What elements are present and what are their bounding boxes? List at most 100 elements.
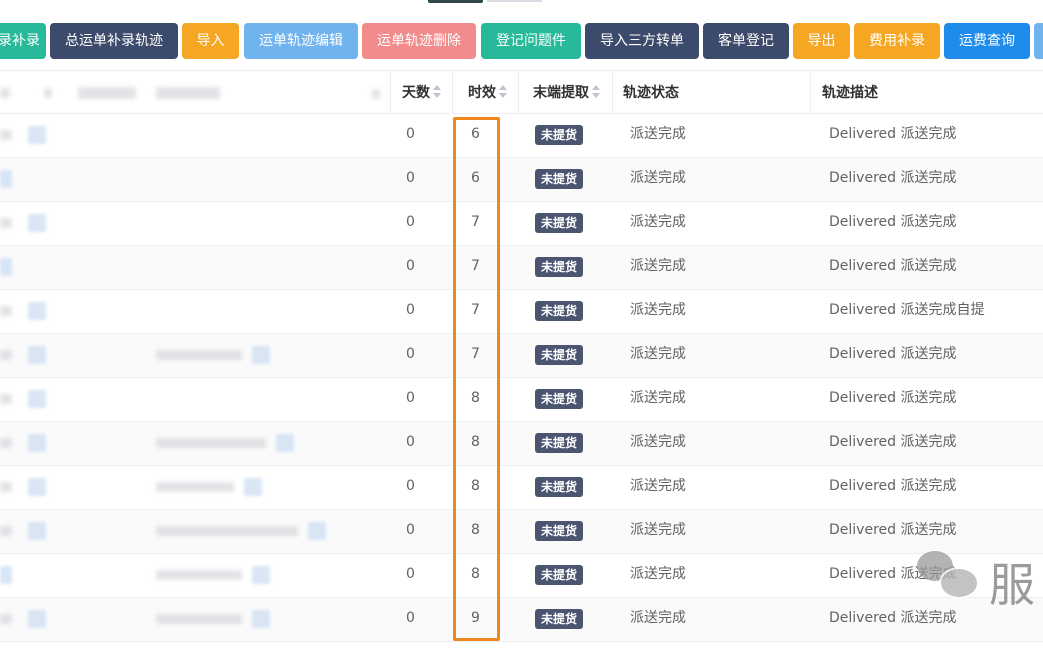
cell-track-desc: Delivered 派送完成 [829, 258, 957, 274]
wechat-watermark: 服 [915, 547, 1043, 612]
cell-days: 0 [406, 478, 415, 494]
blurred-cell [0, 526, 12, 536]
cell-aging: 7 [471, 258, 480, 274]
master-waybill-track-button[interactable]: 总运单补录轨迹 [50, 23, 178, 59]
header-last-mile[interactable]: 末端提取 [533, 71, 602, 115]
cell-track-status: 派送完成 [630, 610, 686, 626]
cell-aging: 8 [471, 522, 480, 538]
blurred-icon [308, 522, 326, 540]
blurred-cell [156, 570, 242, 580]
blurred-cell [156, 526, 298, 536]
blurred-icon [252, 346, 270, 364]
sort-icon[interactable] [433, 85, 443, 99]
header-aging[interactable]: 时效 [468, 71, 509, 115]
cell-days: 0 [406, 610, 415, 626]
header-last-mile-label: 末端提取 [533, 85, 589, 101]
inactive-tab-indicator[interactable] [487, 0, 542, 2]
cell-track-status: 派送完成 [630, 478, 686, 494]
freight-query-button[interactable]: 运费查询 [944, 23, 1030, 59]
cell-aging: 8 [471, 390, 480, 406]
active-tab-indicator[interactable] [428, 0, 483, 3]
cell-aging: 8 [471, 478, 480, 494]
cell-days: 0 [406, 170, 415, 186]
sort-icon[interactable] [499, 85, 509, 99]
cell-track-desc: Delivered 派送完成 [829, 434, 957, 450]
cell-aging: 9 [471, 610, 480, 626]
table-row[interactable]: 0 8 未提货 派送完成 Delivered 派送完成 [0, 510, 1043, 554]
cell-aging: 7 [471, 214, 480, 230]
blurred-icon [28, 522, 46, 540]
blurred-cell [156, 350, 242, 360]
status-badge: 未提货 [535, 389, 584, 409]
cell-track-status: 派送完成 [630, 170, 686, 186]
blurred-header-text [44, 88, 52, 98]
blurred-sort-icon [372, 89, 380, 99]
edit-track-button[interactable]: 运单轨迹编辑 [244, 23, 358, 59]
blurred-icon [28, 610, 46, 628]
blurred-icon [28, 390, 46, 408]
table-row[interactable]: 0 9 未提货 派送完成 Delivered 派送完成 [0, 598, 1043, 642]
table-row[interactable]: 0 7 未提货 派送完成 Delivered 派送完成 [0, 202, 1043, 246]
table-row[interactable]: 0 7 未提货 派送完成 Delivered 派送完成 [0, 334, 1043, 378]
blurred-icon [276, 434, 294, 452]
blurred-icon [28, 478, 46, 496]
export-button[interactable]: 导出 [793, 23, 850, 59]
status-badge: 未提货 [535, 345, 584, 365]
blurred-cell [0, 130, 12, 140]
watermark-text: 服 [989, 558, 1035, 612]
table-row[interactable]: 0 8 未提货 派送完成 Delivered 派送完成 [0, 466, 1043, 510]
blurred-cell [0, 218, 12, 228]
header-track-desc: 轨迹描述 [822, 85, 878, 101]
cell-days: 0 [406, 566, 415, 582]
blurred-icon [28, 434, 46, 452]
delete-track-button[interactable]: 运单轨迹删除 [362, 23, 476, 59]
cell-track-status: 派送完成 [630, 566, 686, 582]
header-days[interactable]: 天数 [402, 71, 443, 115]
cell-track-desc: Delivered 派送完成 [829, 390, 957, 406]
cell-aging: 7 [471, 302, 480, 318]
import-transfer-button[interactable]: 导入三方转单 [585, 23, 699, 59]
register-problem-button[interactable]: 登记问题件 [481, 23, 581, 59]
cell-days: 0 [406, 214, 415, 230]
blurred-header-text [78, 87, 136, 99]
cell-track-status: 派送完成 [630, 258, 686, 274]
action-toolbar: 录补录 总运单补录轨迹 导入 运单轨迹编辑 运单轨迹删除 登记问题件 导入三方转… [0, 23, 1043, 59]
customer-register-button[interactable]: 客单登记 [703, 23, 789, 59]
table-row[interactable]: 0 8 未提货 派送完成 Delivered 派送完成 [0, 422, 1043, 466]
cell-track-status: 派送完成 [630, 214, 686, 230]
more-button[interactable] [1034, 23, 1043, 59]
status-badge: 未提货 [535, 125, 584, 145]
table-row[interactable]: 0 6 未提货 派送完成 Delivered 派送完成 [0, 158, 1043, 202]
table-row[interactable]: 0 7 未提货 派送完成 Delivered 派送完成自提 [0, 290, 1043, 334]
blurred-cell [0, 614, 12, 624]
blurred-cell [0, 306, 12, 316]
sort-icon[interactable] [592, 85, 602, 99]
status-badge: 未提货 [535, 213, 584, 233]
blurred-icon [28, 214, 46, 232]
cell-track-status: 派送完成 [630, 390, 686, 406]
blurred-header-text [156, 87, 220, 99]
blurred-cell [0, 350, 12, 360]
column-divider [518, 71, 519, 113]
blurred-icon [28, 346, 46, 364]
cell-track-status: 派送完成 [630, 346, 686, 362]
status-badge: 未提货 [535, 433, 584, 453]
status-badge: 未提货 [535, 301, 584, 321]
status-badge: 未提货 [535, 521, 584, 541]
blurred-icon [0, 258, 12, 276]
column-divider [612, 71, 613, 113]
column-divider [452, 71, 453, 113]
blurred-cell [0, 438, 12, 448]
fee-record-button[interactable]: 费用补录 [854, 23, 940, 59]
supplement-record-button[interactable]: 录补录 [0, 23, 46, 59]
table-row[interactable]: 0 8 未提货 派送完成 Delivered 派送完成 [0, 378, 1043, 422]
cell-aging: 8 [471, 566, 480, 582]
header-aging-label: 时效 [468, 85, 496, 101]
header-days-label: 天数 [402, 85, 430, 101]
table-row[interactable]: 0 7 未提货 派送完成 Delivered 派送完成 [0, 246, 1043, 290]
table-header: 天数 时效 末端提取 轨迹状态 轨迹描述 [0, 70, 1043, 114]
import-button[interactable]: 导入 [182, 23, 239, 59]
table-row[interactable]: 0 6 未提货 派送完成 Delivered 派送完成 [0, 114, 1043, 158]
table-row[interactable]: 0 8 未提货 派送完成 Delivered 派送完成 [0, 554, 1043, 598]
status-badge: 未提货 [535, 169, 584, 189]
